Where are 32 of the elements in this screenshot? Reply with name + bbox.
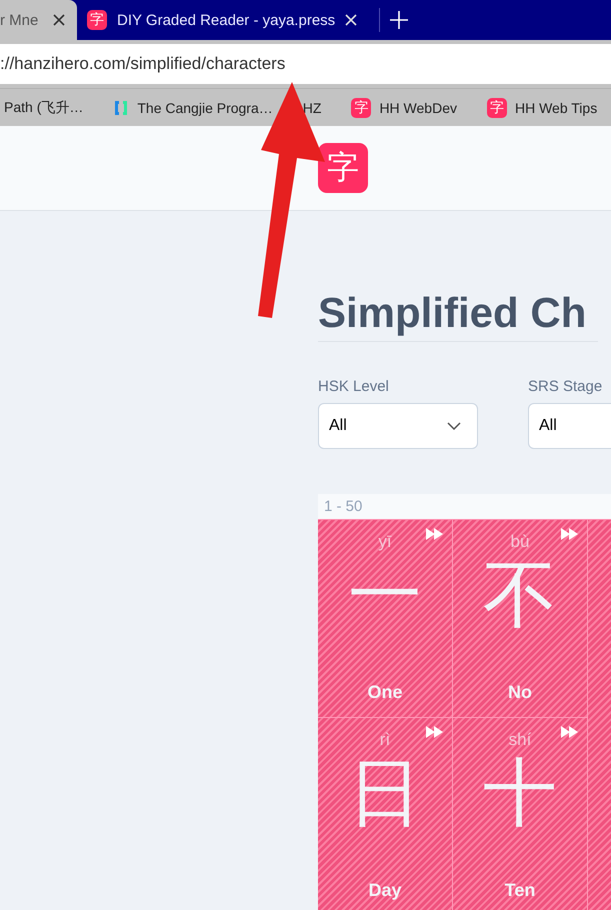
- fast-forward-icon[interactable]: [561, 528, 579, 540]
- bookmark[interactable]: HZ: [302, 100, 322, 116]
- meaning: Day: [368, 880, 402, 901]
- close-icon[interactable]: [53, 14, 65, 26]
- browser-tab[interactable]: r Mne: [0, 0, 77, 40]
- pinyin: shí: [508, 730, 532, 750]
- fast-forward-icon[interactable]: [426, 528, 444, 540]
- filter-label: SRS Stage: [528, 378, 604, 395]
- fast-forward-icon[interactable]: [561, 726, 579, 738]
- bracket-logo-icon: [113, 100, 130, 116]
- favicon: 字: [486, 98, 507, 118]
- filter-select[interactable]: All: [318, 403, 478, 449]
- meaning: No: [508, 682, 532, 703]
- fast-forward-icon[interactable]: [426, 726, 444, 738]
- bookmark[interactable]: HH WebDev: [379, 100, 457, 116]
- pinyin: yī: [378, 532, 392, 552]
- bookmark[interactable]: The Cangjie Progra…: [137, 100, 273, 116]
- bookmark[interactable]: Path (飞升…: [4, 98, 84, 116]
- pinyin: bù: [510, 532, 530, 552]
- site-logo[interactable]: 字: [318, 143, 368, 193]
- bookmark[interactable]: HH Web Tips: [514, 100, 598, 116]
- favicon: 字: [87, 10, 107, 30]
- filter-label: HSK Level: [318, 378, 390, 395]
- favicon: 字: [351, 98, 372, 118]
- meaning: Ten: [504, 880, 536, 901]
- meaning: One: [367, 682, 402, 703]
- range-label: 1 - 50: [318, 494, 611, 519]
- address-bar[interactable]: ://hanzihero.com/simplified/characters: [0, 44, 611, 84]
- page-title: Simplified Ch: [318, 289, 598, 342]
- browser-tab[interactable]: 字 DIY Graded Reader - yaya.press: [77, 0, 370, 40]
- pinyin: rì: [380, 730, 390, 750]
- filter-select[interactable]: All: [528, 403, 611, 449]
